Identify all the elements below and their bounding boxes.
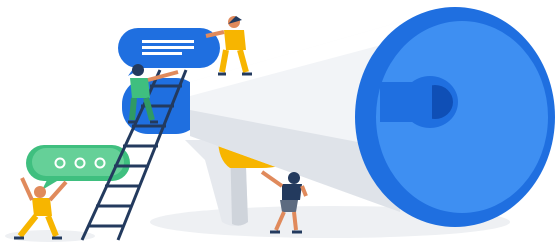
megaphone-illustration bbox=[5, 7, 555, 242]
person-left bbox=[14, 177, 68, 240]
ground-shadow-left bbox=[5, 230, 95, 242]
